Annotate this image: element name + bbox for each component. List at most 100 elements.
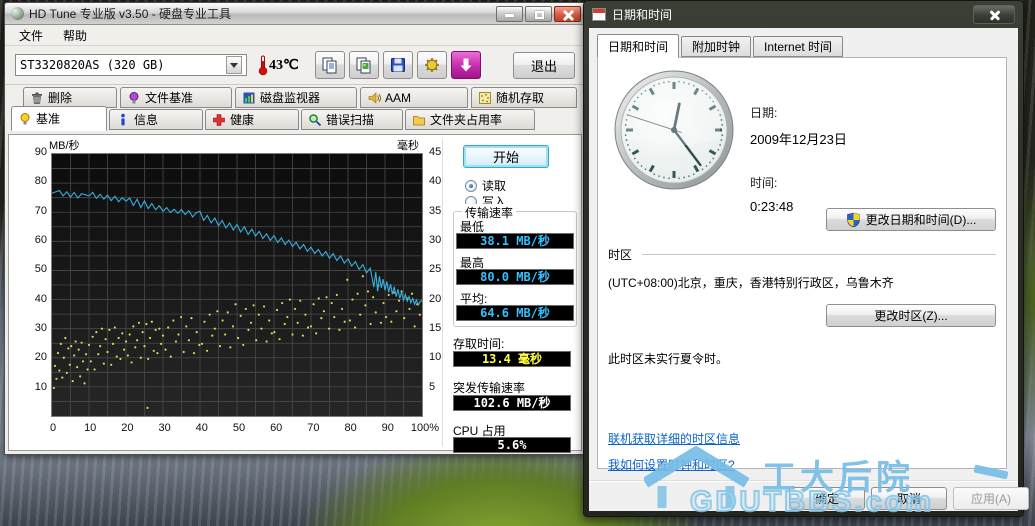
benchmark-chart: [51, 153, 423, 417]
transfer-rate-groupbox: 传输速率 最低 38.1 MB/秒 最高 80.0 MB/秒 平均: 64.6 …: [453, 204, 577, 327]
date-value: 2009年12月23日: [750, 132, 847, 147]
tick-label: 60: [270, 422, 283, 434]
timezone-value: (UTC+08:00)北京，重庆，香港特别行政区，乌鲁木齐: [608, 276, 894, 290]
tick-label: 70: [307, 422, 320, 434]
tick-label: 70: [34, 204, 47, 217]
close-button[interactable]: [554, 5, 581, 22]
tab-info[interactable]: 信息: [109, 109, 203, 130]
cpu-usage-value: 5.6%: [453, 437, 571, 453]
magnifier-icon: [309, 113, 322, 126]
dialog-close-button[interactable]: [973, 5, 1015, 24]
monitor-chart-icon: [243, 92, 255, 103]
tick-label: 80: [344, 422, 357, 434]
tick-label: 80: [34, 175, 47, 188]
link-timezone-info[interactable]: 联机获取详细的时区信息: [608, 430, 740, 447]
menu-help[interactable]: 帮助: [55, 25, 95, 46]
tick-label: 50: [34, 263, 47, 276]
tick-label: 90: [34, 146, 47, 158]
download-button[interactable]: [451, 51, 481, 79]
yellow-bulb-icon: [20, 112, 30, 124]
tab-label: 文件基准: [145, 91, 194, 105]
thermometer-icon: [258, 55, 268, 76]
tab-health[interactable]: 健康: [205, 109, 299, 130]
tick-label: 30: [34, 322, 47, 334]
tab-disk-monitor[interactable]: 磁盘监视器: [235, 87, 357, 108]
download-arrow-icon: [460, 58, 472, 72]
info-icon: [121, 113, 125, 125]
datetime-dialog-body: 日期和时间 附加时钟 Internet 时间 日期: 2009年12月23日 时…: [589, 28, 1029, 511]
footer-separator: [589, 480, 1018, 482]
tab-date-and-time[interactable]: 日期和时间: [597, 34, 680, 58]
tab-additional-clocks[interactable]: 附加时钟: [681, 36, 752, 57]
min-value: 38.1 MB/秒: [456, 233, 574, 249]
change-datetime-label: 更改日期和时间(D)...: [865, 213, 977, 227]
tick-label: 40: [34, 292, 47, 305]
folder-icon: [413, 115, 425, 125]
tick-label: 10: [84, 422, 97, 434]
max-value: 80.0 MB/秒: [456, 269, 574, 285]
hdtune-window-title: HD Tune 专业版 v3.50 - 硬盘专业工具: [29, 7, 232, 21]
burst-rate-value: 102.6 MB/秒: [453, 395, 571, 411]
drive-select[interactable]: ST3320820AS (320 GB): [15, 54, 247, 76]
copy-image-button[interactable]: [349, 51, 379, 79]
minimize-button[interactable]: [496, 5, 523, 22]
analog-clock: [612, 68, 736, 195]
tab-benchmark[interactable]: 基准: [11, 106, 107, 131]
datetime-titlebar[interactable]: 日期和时间: [584, 1, 1023, 28]
access-time-value: 13.4 毫秒: [453, 351, 571, 367]
save-button[interactable]: [383, 51, 413, 79]
start-button[interactable]: 开始: [463, 145, 549, 168]
burst-rate-label: 突发传输速率: [453, 381, 526, 395]
copy-text-button[interactable]: [315, 51, 345, 79]
tab-error-scan[interactable]: 错误扫描: [301, 109, 403, 130]
tick-label: 40: [195, 422, 208, 434]
tab-label: 健康: [230, 113, 255, 127]
radio-read-label: 读取: [482, 179, 507, 193]
hdtune-titlebar[interactable]: HD Tune 专业版 v3.50 - 硬盘专业工具: [5, 3, 585, 25]
drive-select-value: ST3320820AS (320 GB): [20, 58, 165, 72]
benchmark-stats-panel: 开始 读取 写入 传输速率 最低 38.1 MB/秒 最高 80.0 MB/秒 …: [449, 135, 581, 453]
radio-read[interactable]: [465, 179, 477, 192]
drive-select-arrow[interactable]: [226, 56, 242, 74]
tab-random-access[interactable]: 随机存取: [471, 87, 577, 108]
date-time-tabpage: 日期: 2009年12月23日 时间: 0:23:48 更改日期和时间(D)..…: [597, 57, 1007, 472]
tick-label: 90: [381, 422, 394, 434]
tab-internet-time[interactable]: Internet 时间: [753, 36, 844, 57]
maximize-button[interactable]: [525, 5, 552, 22]
date-label: 日期:: [750, 106, 778, 120]
calendar-clock-icon: [592, 8, 606, 21]
avg-value: 64.6 MB/秒: [456, 305, 574, 321]
link-clock-help[interactable]: 我如何设置时钟和时区?: [608, 456, 740, 473]
change-timezone-button[interactable]: 更改时区(Z)...: [826, 304, 996, 327]
tick-label: 20: [34, 351, 47, 364]
benchmark-tabpage: MB/秒 毫秒 90 80 70 60 50 40 30 20 10 45 40 35 30 25 20 15…: [8, 134, 582, 453]
tick-label: 60: [34, 234, 47, 246]
radio-read-row[interactable]: 读取: [465, 177, 506, 194]
exit-button[interactable]: 退出: [513, 51, 575, 79]
tab-file-benchmark[interactable]: 文件基准: [120, 87, 232, 108]
tick-label: 10: [34, 380, 47, 393]
panel-divider: [442, 139, 443, 446]
datetime-dialog-title: 日期和时间: [612, 8, 673, 22]
cancel-button[interactable]: 取消: [871, 487, 947, 510]
time-label: 时间:: [750, 176, 778, 190]
hdtune-tabstrip: 删除 文件基准 磁盘监视器 AAM 随机存取 基准 信息 健康 错误扫描 文件夹…: [5, 85, 585, 131]
tab-aam[interactable]: AAM: [360, 87, 468, 108]
tab-label: AAM: [385, 90, 412, 105]
tab-folder-usage[interactable]: 文件夹占用率: [405, 109, 535, 130]
ok-button[interactable]: 确定: [789, 487, 865, 510]
tab-label: 删除: [48, 91, 73, 105]
axis-unit-left: MB/秒: [49, 140, 80, 152]
change-datetime-button[interactable]: 更改日期和时间(D)...: [826, 208, 996, 231]
tab-delete[interactable]: 删除: [23, 87, 117, 108]
save-icon: [391, 58, 405, 72]
options-button[interactable]: [417, 51, 447, 79]
apply-button[interactable]: 应用(A): [953, 487, 1029, 510]
health-cross-icon: [213, 113, 225, 126]
menu-file[interactable]: 文件: [11, 25, 51, 46]
hdtune-toolbar: ST3320820AS (320 GB) 43℃ 退出: [5, 46, 585, 85]
section-divider: [642, 254, 996, 255]
tab-label: 基准: [36, 112, 61, 126]
tick-label: 100%: [410, 422, 440, 434]
hdtune-menubar: 文件 帮助: [5, 25, 585, 46]
